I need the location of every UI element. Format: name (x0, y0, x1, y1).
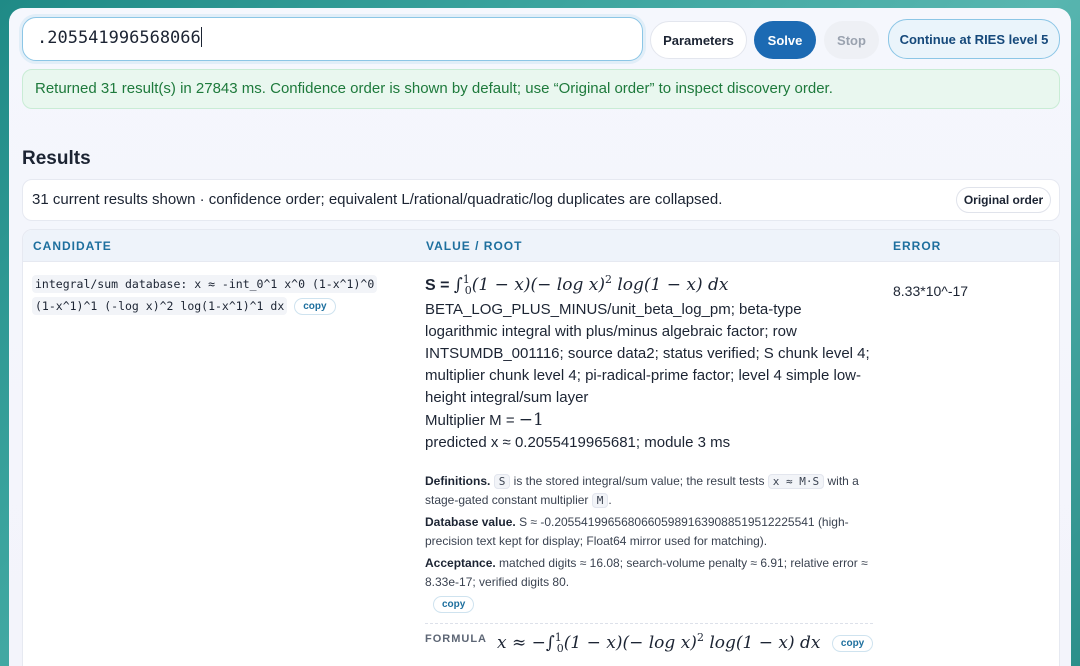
database-paragraph: Database value. S ≈ -0.20554199656806605… (425, 513, 875, 551)
results-summary-text: 31 current results shown · confidence or… (32, 191, 723, 208)
target-value-input[interactable]: .205541996568066 (22, 17, 643, 61)
acceptance-label: Acceptance. (425, 556, 496, 570)
table-header: CANDIDATE VALUE / ROOT ERROR (23, 230, 1059, 262)
formula-integral-sign: ∫ (545, 633, 555, 653)
s-tail: log(1 − x) dx (611, 275, 729, 295)
chip-m: M (591, 493, 609, 508)
results-heading: Results (22, 148, 91, 169)
definitions-text-3: . (608, 493, 612, 507)
formula-row: FORMULA x ≈ −∫10(1 − x)(− log x)2 log(1 … (425, 629, 875, 659)
predicted-line: predicted x ≈ 0.2055419965681; module 3 … (425, 434, 731, 451)
error-value: 8.33*10^-17 (893, 283, 969, 299)
continue-ries-button[interactable]: Continue at RIES level 5 (888, 19, 1060, 59)
multiplier-value: −1 (518, 410, 544, 430)
multiplier-label: Multiplier M = (425, 412, 515, 429)
value-cell: S = ∫10(1 − x)(− log x)2 log(1 − x) dx B… (425, 273, 875, 454)
s-exponent: 2 (604, 273, 612, 286)
formula-body: (1 − x)(− log x) (563, 633, 697, 653)
integral-sign: ∫ (453, 275, 463, 295)
column-header-candidate: CANDIDATE (33, 239, 112, 253)
s-prefix: S = (425, 277, 450, 294)
column-header-value: VALUE / ROOT (426, 239, 523, 253)
stop-button[interactable]: Stop (824, 21, 879, 59)
acceptance-paragraph: Acceptance. matched digits ≈ 16.08; sear… (425, 554, 875, 592)
candidate-cell: integral/sum database: x ≈ -int_0^1 x^0 … (32, 273, 392, 317)
multiplier-line: Multiplier M = −1 (425, 409, 875, 432)
copy-formula-button[interactable]: copy (831, 635, 874, 652)
original-order-button[interactable]: Original order (956, 187, 1051, 213)
formula-tail: log(1 − x) dx (703, 633, 821, 653)
integral-lower: 0 (464, 284, 472, 297)
formula-label: FORMULA (425, 633, 487, 645)
column-header-error: ERROR (893, 239, 942, 253)
copy-details-button[interactable]: copy (433, 596, 475, 614)
toolbar: .205541996568066 Parameters Solve Stop C… (22, 17, 1061, 61)
definitions-block: Definitions. S is the stored integral/su… (425, 472, 875, 617)
parameters-button[interactable]: Parameters (650, 21, 747, 59)
formula-expression: x ≈ −∫10(1 − x)(− log x)2 log(1 − x) dx … (497, 631, 874, 655)
chip-s: S (493, 474, 511, 489)
results-table: CANDIDATE VALUE / ROOT ERROR integral/su… (22, 229, 1060, 666)
status-banner: Returned 31 result(s) in 27843 ms. Confi… (22, 69, 1060, 109)
results-summary-bar: 31 current results shown · confidence or… (22, 179, 1060, 221)
candidate-expression-line1: integral/sum database: x ≈ -int_0^1 x^0 … (32, 275, 378, 293)
formula-exponent: 2 (696, 631, 704, 644)
s-body: (1 − x)(− log x) (471, 275, 605, 295)
database-label: Database value. (425, 515, 516, 529)
copy-candidate-button[interactable]: copy (294, 298, 336, 315)
definitions-paragraph: Definitions. S is the stored integral/su… (425, 472, 875, 510)
candidate-expression-line2: (1-x^1)^1 (-log x)^2 log(1-x^1)^1 dx (32, 297, 288, 315)
formula-divider (425, 623, 873, 624)
chip-test-expression: x ≈ M·S (767, 474, 825, 489)
solve-button[interactable]: Solve (754, 21, 816, 59)
definitions-label: Definitions. (425, 474, 491, 488)
formula-prefix: x ≈ − (497, 633, 546, 653)
formula-integral-lower: 0 (556, 642, 564, 655)
app-window: .205541996568066 Parameters Solve Stop C… (9, 8, 1071, 666)
stored-value-formula: S = ∫10(1 − x)(− log x)2 log(1 − x) dx (425, 273, 875, 299)
result-description: BETA_LOG_PLUS_MINUS/unit_beta_log_pm; be… (425, 301, 870, 406)
definitions-text-1: is the stored integral/sum value; the re… (513, 474, 765, 488)
text-caret (200, 27, 202, 47)
